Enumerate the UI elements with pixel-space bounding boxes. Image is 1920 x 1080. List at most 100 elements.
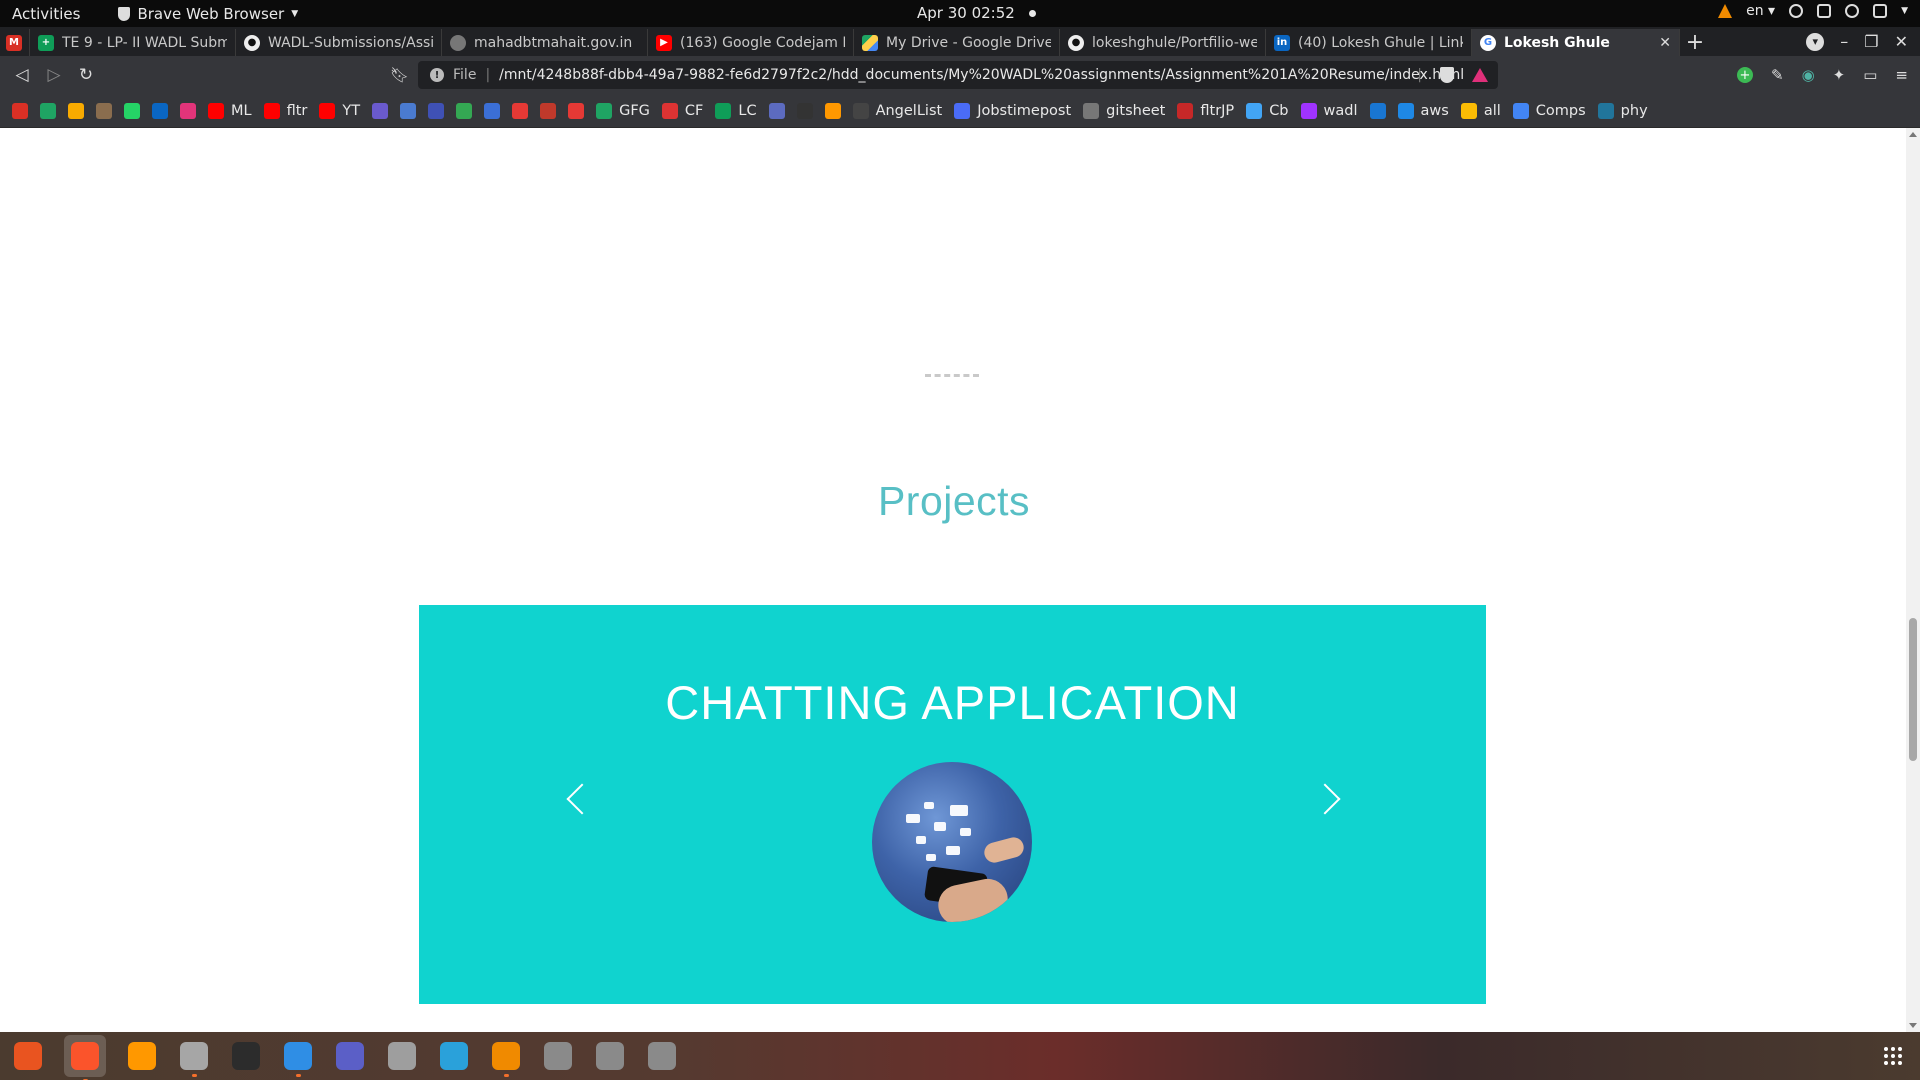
vscode-icon[interactable] <box>282 1040 314 1077</box>
tab-1[interactable]: + TE 9 - LP- II WADL Submis <box>30 29 236 56</box>
address-bar[interactable]: ! File | /mnt/4248b88f-dbb4-49a7-9882-fe… <box>418 61 1498 89</box>
bookmark-item[interactable] <box>796 102 813 119</box>
wifi-icon[interactable] <box>1817 4 1832 18</box>
bookmark-item[interactable]: LC <box>715 102 757 119</box>
files-icon[interactable] <box>178 1040 210 1077</box>
bookmark-item[interactable] <box>180 102 196 119</box>
site-info-icon[interactable]: ! <box>430 68 444 82</box>
bookmark-item[interactable] <box>1369 102 1386 119</box>
software-center-icon[interactable] <box>12 1040 44 1072</box>
bookmark-item[interactable] <box>428 102 445 119</box>
bookmark-item[interactable] <box>568 102 585 119</box>
forward-icon[interactable]: ▷ <box>38 65 70 85</box>
show-applications-icon[interactable] <box>1884 1047 1902 1065</box>
bookmark-item[interactable]: gitsheet <box>1083 102 1165 119</box>
extension-icon[interactable]: ◉ <box>1802 66 1815 84</box>
close-window-icon[interactable]: ✕ <box>1895 32 1908 51</box>
bookmark-item[interactable] <box>12 102 28 119</box>
bookmark-icon[interactable]: 🔖︎ <box>390 66 409 84</box>
sublime-text-icon[interactable] <box>126 1040 158 1072</box>
activities-button[interactable]: Activities <box>12 5 80 23</box>
bookmark-item[interactable]: Jobstimepost <box>954 102 1071 119</box>
bookmark-item[interactable]: YT <box>319 102 360 119</box>
teams-icon[interactable] <box>334 1040 366 1072</box>
bookmark-item[interactable]: aws <box>1397 102 1449 119</box>
disk-icon[interactable] <box>646 1040 678 1072</box>
url-text[interactable]: /mnt/4248b88f-dbb4-49a7-9882-fe6d2797f2c… <box>499 67 1464 83</box>
drive-icon <box>40 102 56 119</box>
page-scrollbar[interactable] <box>1906 128 1920 1032</box>
tab-2[interactable]: ● WADL-Submissions/Assi <box>236 29 442 56</box>
bookmark-item[interactable]: GFG <box>596 102 650 119</box>
tab-6[interactable]: ● lokeshghule/Portfilio-we <box>1060 29 1266 56</box>
bookmark-item[interactable]: Cb <box>1246 102 1289 119</box>
brightness-icon[interactable] <box>1789 4 1804 18</box>
power-menu-chevron-icon[interactable]: ▼ <box>1901 6 1908 16</box>
bookmark-item[interactable] <box>372 102 389 119</box>
restore-icon[interactable]: ❐ <box>1864 32 1878 51</box>
tab-active[interactable]: G Lokesh Ghule ✕ <box>1472 29 1680 56</box>
bookmark-item[interactable]: ML <box>208 102 252 119</box>
bookmark-item[interactable] <box>400 102 417 119</box>
tab-search-icon[interactable]: ▾ <box>1806 32 1825 51</box>
bookmark-item[interactable] <box>68 102 84 119</box>
reload-icon[interactable]: ↻ <box>70 65 102 85</box>
url-separator: | <box>485 67 491 83</box>
bookmark-item[interactable]: wadl <box>1300 102 1358 119</box>
scroll-up-icon[interactable] <box>1909 132 1917 137</box>
brave-shields-icon[interactable] <box>1440 67 1454 83</box>
bookmark-item[interactable]: CF <box>661 102 703 119</box>
bookmark-item[interactable] <box>152 102 168 119</box>
bookmark-item[interactable] <box>768 102 785 119</box>
tab-3[interactable]: mahadbtmahait.gov.in <box>442 29 648 56</box>
bookmark-label: GFG <box>619 102 650 119</box>
tab-gmail[interactable]: M <box>0 29 30 56</box>
bookmark-item[interactable] <box>124 102 140 119</box>
vlc-tray-icon[interactable] <box>1718 4 1733 18</box>
minimize-icon[interactable]: – <box>1840 32 1848 51</box>
clock[interactable]: Apr 30 02:52 <box>917 4 1036 22</box>
ssd-icon[interactable] <box>594 1040 626 1072</box>
settings-icon[interactable] <box>386 1040 418 1072</box>
bookmark-item[interactable]: fltr <box>263 102 307 119</box>
menu-icon[interactable]: ≡ <box>1895 66 1908 84</box>
puzzle-extensions-icon[interactable]: ✦ <box>1833 66 1846 84</box>
tab-4[interactable]: ▶ (163) Google Codejam Ro <box>648 29 854 56</box>
scroll-down-icon[interactable] <box>1909 1023 1917 1028</box>
telegram-icon[interactable] <box>438 1040 470 1072</box>
bookmark-item[interactable]: AngelList <box>852 102 942 119</box>
close-tab-icon[interactable]: ✕ <box>1659 35 1671 51</box>
url-scheme: File <box>453 67 477 83</box>
extension-add-icon[interactable]: + <box>1736 67 1753 83</box>
bookmark-item[interactable] <box>540 102 557 119</box>
carousel-prev-icon[interactable] <box>566 783 598 815</box>
back-icon[interactable]: ◁ <box>6 65 38 85</box>
tab-5[interactable]: My Drive - Google Drive <box>854 29 1060 56</box>
new-tab-button[interactable]: + <box>1680 29 1710 56</box>
pen-extension-icon[interactable]: ✎ <box>1771 66 1784 84</box>
language-indicator[interactable]: en ▾ <box>1746 3 1775 19</box>
bookmark-item[interactable] <box>512 102 529 119</box>
carousel-next-icon[interactable] <box>1309 783 1341 815</box>
bookmark-item[interactable] <box>96 102 112 119</box>
terminal-icon[interactable] <box>230 1040 262 1072</box>
app-menu[interactable]: Brave Web Browser ▼ <box>118 5 298 23</box>
bookmark-item[interactable]: phy <box>1597 102 1648 119</box>
volume-icon[interactable] <box>1845 4 1860 18</box>
tab-7[interactable]: in (40) Lokesh Ghule | Linke <box>1266 29 1472 56</box>
scrollbar-thumb[interactable] <box>1909 618 1917 761</box>
bookmark-item[interactable] <box>824 102 841 119</box>
battery-icon[interactable] <box>1873 4 1888 18</box>
vlc-icon[interactable] <box>490 1040 522 1077</box>
system-tray: en ▾ ▼ <box>1718 3 1908 19</box>
bookmark-item[interactable]: fltrJP <box>1177 102 1234 119</box>
bookmark-item[interactable] <box>40 102 56 119</box>
bookmark-item[interactable]: all <box>1460 102 1501 119</box>
wallet-icon[interactable]: ▭ <box>1863 66 1877 84</box>
bookmark-item[interactable] <box>484 102 501 119</box>
brave-icon[interactable] <box>64 1035 106 1080</box>
brave-rewards-icon[interactable] <box>1472 68 1488 82</box>
bookmark-item[interactable] <box>456 102 473 119</box>
disk-icon[interactable] <box>542 1040 574 1072</box>
bookmark-item[interactable]: Comps <box>1512 102 1586 119</box>
